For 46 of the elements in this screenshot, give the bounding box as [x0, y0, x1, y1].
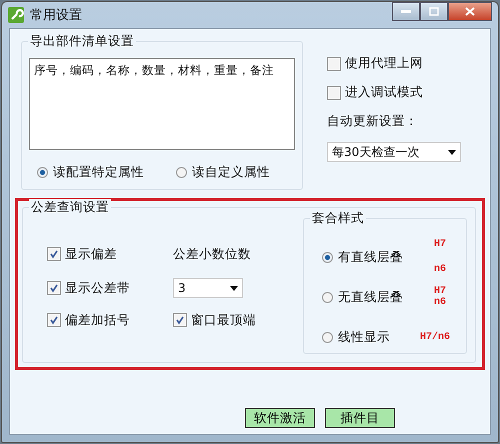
checkbox-option[interactable]: 使用代理上网 [327, 55, 461, 72]
checkbox-option[interactable]: 显示偏差 [47, 246, 173, 262]
checkbox[interactable] [47, 313, 61, 327]
window-title: 常用设置 [30, 7, 82, 24]
fit-sample: n6 [434, 297, 446, 308]
fit-sample: H7 [434, 239, 446, 250]
checkbox[interactable] [327, 56, 341, 70]
check-icon [49, 315, 59, 325]
minimize-icon [401, 10, 411, 14]
checkbox[interactable] [47, 247, 61, 261]
decimals-dropdown[interactable]: 3 [173, 278, 243, 298]
fit-sample: n6 [434, 264, 446, 275]
close-button[interactable] [448, 2, 492, 21]
check-icon [49, 249, 59, 259]
maximize-button[interactable] [420, 2, 448, 21]
minimize-button[interactable] [392, 2, 420, 21]
radio-option[interactable]: 读配置特定属性 [37, 164, 144, 181]
fields-text-area[interactable]: 序号，编码，名称，数量，材料，重量，备注 [29, 58, 295, 150]
wrench-icon [8, 7, 24, 23]
fit-sample: H7/n6 [420, 332, 450, 342]
close-icon [465, 7, 475, 16]
checkbox[interactable] [47, 281, 61, 295]
check-icon [49, 283, 59, 293]
fit-sample: H7 [434, 286, 446, 297]
dropdown-arrow-icon [230, 286, 238, 290]
update-label: 自动更新设置： [327, 113, 419, 130]
radio-option[interactable]: 线性显示 [322, 328, 390, 346]
group-title: 导出部件清单设置 [28, 33, 136, 50]
group-title: 公差查询设置 [29, 199, 111, 216]
update-dropdown[interactable]: 每30天检查一次 [327, 142, 461, 162]
checkbox-option[interactable]: 窗口最顶端 [173, 312, 283, 328]
checkbox[interactable] [327, 86, 341, 100]
radio-option[interactable]: 无直线层叠 [322, 288, 403, 306]
decimals-label: 公差小数位数 [173, 246, 252, 262]
action-button[interactable]: 插件目 [325, 408, 395, 428]
radio-option[interactable]: 有直线层叠 [322, 248, 403, 266]
maximize-icon [429, 7, 439, 16]
checkbox-option[interactable]: 显示公差带 [47, 280, 173, 296]
check-icon [175, 315, 185, 325]
checkbox[interactable] [173, 313, 187, 327]
checkbox-option[interactable]: 进入调试模式 [327, 84, 461, 101]
checkbox-option[interactable]: 偏差加括号 [47, 312, 173, 328]
group-title: 套合样式 [310, 210, 366, 227]
radio-option[interactable]: 读自定义属性 [176, 164, 270, 181]
action-button[interactable]: 软件激活 [245, 408, 315, 428]
dropdown-arrow-icon [448, 150, 456, 154]
